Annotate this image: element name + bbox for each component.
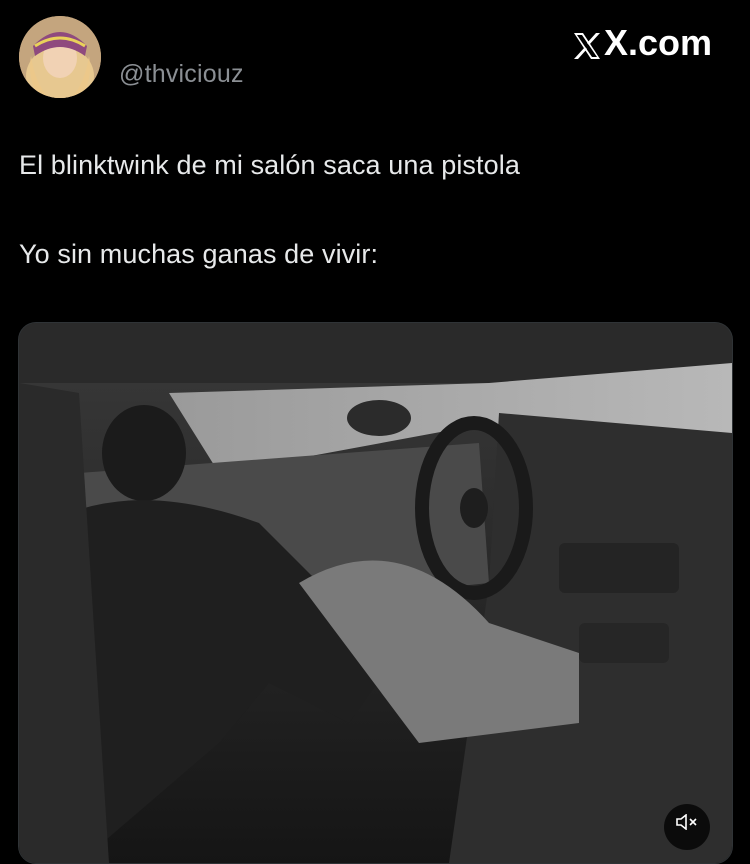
brand-watermark: X.com	[572, 22, 712, 64]
x-logo-icon	[572, 28, 602, 59]
mute-button[interactable]	[664, 804, 710, 850]
video-still	[19, 323, 732, 863]
tweet-text-line-1: El blinktwink de mi salón saca una pisto…	[19, 150, 520, 180]
tweet-media[interactable]	[18, 322, 733, 864]
tweet-text-line-2: Yo sin muchas ganas de vivir:	[19, 239, 379, 269]
avatar[interactable]	[19, 16, 101, 98]
avatar-image	[19, 16, 101, 98]
brand-label: X.com	[603, 22, 712, 63]
author-handle[interactable]: @thviciouz	[119, 60, 244, 89]
